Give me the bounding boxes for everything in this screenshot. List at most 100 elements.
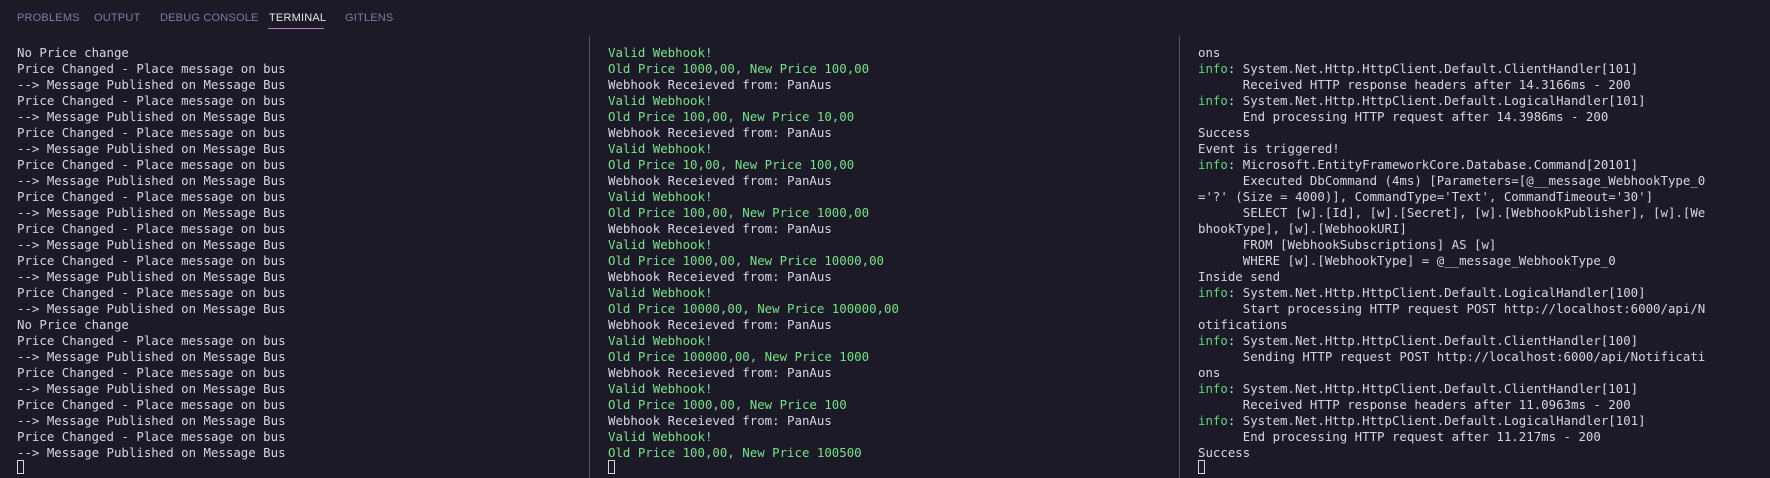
- terminal-line-text: Start processing HTTP request POST http:…: [1198, 301, 1706, 316]
- terminal-line-text: Old Price 100,00, New Price 100500: [608, 445, 862, 460]
- terminal-pane-2[interactable]: Valid Webhook! Old Price 1000,00, New Pri…: [590, 36, 1179, 478]
- panel-tab-bar: PROBLEMS OUTPUT DEBUG CONSOLE TERMINAL G…: [0, 0, 1770, 36]
- terminal-line: Valid Webhook!: [608, 285, 899, 301]
- terminal-line: Valid Webhook!: [608, 189, 899, 205]
- terminal-line: Old Price 1000,00, New Price 10000,00: [608, 253, 899, 269]
- tab-output[interactable]: OUTPUT: [94, 12, 140, 24]
- terminal-line-text: Price Changed - Place message on bus: [17, 429, 286, 444]
- terminal-line: Old Price 100,00, New Price 100500: [608, 445, 899, 461]
- terminal-line: Price Changed - Place message on bus: [17, 365, 286, 381]
- terminal-line: --> Message Published on Message Bus: [17, 237, 286, 253]
- terminal-cursor: [608, 460, 615, 474]
- terminal-line: Valid Webhook!: [608, 237, 899, 253]
- terminal-line-text: Old Price 10000,00, New Price 100000,00: [608, 301, 899, 316]
- terminal-line: info: System.Net.Http.HttpClient.Default…: [1198, 93, 1705, 109]
- terminal-output: Valid Webhook! Old Price 1000,00, New Pri…: [608, 45, 899, 461]
- terminal-line: Valid Webhook!: [608, 93, 899, 109]
- terminal-line: Sending HTTP request POST http://localho…: [1198, 349, 1706, 365]
- terminal-line-text: Valid Webhook!: [608, 237, 713, 252]
- terminal-line: Valid Webhook!: [608, 141, 899, 157]
- terminal-line-text: Executed DbCommand (4ms) [Parameters=[@_…: [1198, 173, 1706, 188]
- terminal-line-text: Price Changed - Place message on bus: [17, 125, 286, 140]
- terminal-line-text: --> Message Published on Message Bus: [17, 349, 286, 364]
- terminal-line-text: Price Changed - Place message on bus: [17, 93, 286, 108]
- terminal-line-text: Old Price 100,00, New Price 1000,00: [608, 205, 870, 220]
- terminal-line: Executed DbCommand (4ms) [Parameters=[@_…: [1198, 173, 1706, 189]
- terminal-line-text: Valid Webhook!: [608, 189, 713, 204]
- terminal-line-text: Valid Webhook!: [608, 381, 713, 396]
- tab-debug-console[interactable]: DEBUG CONSOLE: [160, 12, 259, 24]
- terminal-line: Valid Webhook!: [608, 429, 899, 445]
- terminal-line-text: Sending HTTP request POST http://localho…: [1198, 349, 1706, 364]
- terminal-line: --> Message Published on Message Bus: [17, 109, 286, 125]
- terminal-line: --> Message Published on Message Bus: [17, 349, 286, 365]
- terminal-line: Webhook Receieved from: PanAus: [608, 221, 899, 237]
- terminal-line: info: Microsoft.EntityFrameworkCore.Data…: [1198, 157, 1705, 173]
- terminal-line-text: Old Price 1000,00, New Price 100,00: [608, 61, 870, 76]
- log-level-label: info: [1198, 61, 1228, 76]
- terminal-line-text: Price Changed - Place message on bus: [17, 397, 286, 412]
- terminal-line-text: Price Changed - Place message on bus: [17, 61, 286, 76]
- terminal-line: --> Message Published on Message Bus: [17, 445, 286, 461]
- terminal-line-text: Webhook Receieved from: PanAus: [608, 365, 832, 380]
- log-level-label: info: [1198, 93, 1228, 108]
- terminal-line-text: Webhook Receieved from: PanAus: [608, 317, 832, 332]
- terminal-line-text: --> Message Published on Message Bus: [17, 173, 286, 188]
- terminal-line-text: Price Changed - Place message on bus: [17, 189, 286, 204]
- terminal-line-text: Webhook Receieved from: PanAus: [608, 221, 832, 236]
- terminal-line-text: : System.Net.Http.HttpClient.Default.Log…: [1227, 285, 1646, 300]
- terminal-line: End processing HTTP request after 11.217…: [1198, 429, 1705, 445]
- terminal-cursor: [17, 460, 24, 474]
- terminal-line: No Price change: [17, 45, 286, 61]
- terminal-line: Price Changed - Place message on bus: [17, 61, 286, 77]
- terminal-line: Webhook Receieved from: PanAus: [608, 413, 899, 429]
- terminal-line: Old Price 100,00, New Price 10,00: [608, 109, 899, 125]
- terminal-line-text: Webhook Receieved from: PanAus: [608, 173, 832, 188]
- terminal-line-text: : System.Net.Http.HttpClient.Default.Cli…: [1227, 381, 1639, 396]
- terminal-line-text: : System.Net.Http.HttpClient.Default.Cli…: [1227, 61, 1639, 76]
- log-level-label: info: [1198, 413, 1228, 428]
- terminal-line: --> Message Published on Message Bus: [17, 413, 286, 429]
- terminal-pane-1[interactable]: No Price change Price Changed - Place mes…: [0, 36, 589, 478]
- terminal-line-text: ons: [1198, 45, 1221, 60]
- terminal-line-text: Received HTTP response headers after 11.…: [1198, 397, 1631, 412]
- terminal-line: --> Message Published on Message Bus: [17, 141, 286, 157]
- terminal-line-text: --> Message Published on Message Bus: [17, 141, 286, 156]
- terminal-line: FROM [WebhookSubscriptions] AS [w]: [1198, 237, 1705, 253]
- terminal-line-text: Old Price 10,00, New Price 100,00: [608, 157, 855, 172]
- terminal-line-text: Valid Webhook!: [608, 285, 713, 300]
- terminal-line: --> Message Published on Message Bus: [17, 77, 286, 93]
- terminal-line: --> Message Published on Message Bus: [17, 205, 286, 221]
- terminal-line: Webhook Receieved from: PanAus: [608, 269, 899, 285]
- tab-terminal[interactable]: TERMINAL: [269, 12, 326, 24]
- terminal-line-text: Price Changed - Place message on bus: [17, 333, 286, 348]
- terminal-line: SELECT [w].[Id], [w].[Secret], [w].[Webh…: [1198, 205, 1706, 221]
- terminal-line-text: --> Message Published on Message Bus: [17, 269, 286, 284]
- tab-problems[interactable]: PROBLEMS: [17, 12, 80, 24]
- terminal-line-text: Valid Webhook!: [608, 45, 713, 60]
- terminal-line: --> Message Published on Message Bus: [17, 269, 286, 285]
- terminal-line: ons: [1198, 45, 1705, 61]
- terminal-line: Price Changed - Place message on bus: [17, 157, 286, 173]
- terminal-line-text: Price Changed - Place message on bus: [17, 365, 286, 380]
- log-level-label: info: [1198, 157, 1228, 172]
- terminal-line: Webhook Receieved from: PanAus: [608, 317, 899, 333]
- terminal-line-text: ='?' (Size = 4000)], CommandType='Text',…: [1198, 189, 1654, 204]
- terminal-line: Price Changed - Place message on bus: [17, 253, 286, 269]
- tab-gitlens[interactable]: GITLENS: [345, 12, 393, 24]
- terminal-line: Valid Webhook!: [608, 333, 899, 349]
- terminal-line-text: bhookType], [w].[WebhookURI]: [1198, 221, 1407, 236]
- terminal-line: --> Message Published on Message Bus: [17, 301, 286, 317]
- terminal-line-text: : Microsoft.EntityFrameworkCore.Database…: [1227, 157, 1639, 172]
- terminal-pane-3[interactable]: ons info: System.Net.Http.HttpClient.Defa…: [1180, 36, 1770, 478]
- terminal-line-text: --> Message Published on Message Bus: [17, 109, 286, 124]
- terminal-line: Price Changed - Place message on bus: [17, 285, 286, 301]
- terminal-line-text: Valid Webhook!: [608, 429, 713, 444]
- terminal-line-text: ons: [1198, 365, 1221, 380]
- terminal-line: Event is triggered!: [1198, 141, 1705, 157]
- terminal-line: Price Changed - Place message on bus: [17, 125, 286, 141]
- terminal-line: otifications: [1198, 317, 1705, 333]
- terminal-line: Price Changed - Place message on bus: [17, 221, 286, 237]
- terminal-line-text: Old Price 1000,00, New Price 100: [608, 397, 847, 412]
- terminal-line: Old Price 100,00, New Price 1000,00: [608, 205, 899, 221]
